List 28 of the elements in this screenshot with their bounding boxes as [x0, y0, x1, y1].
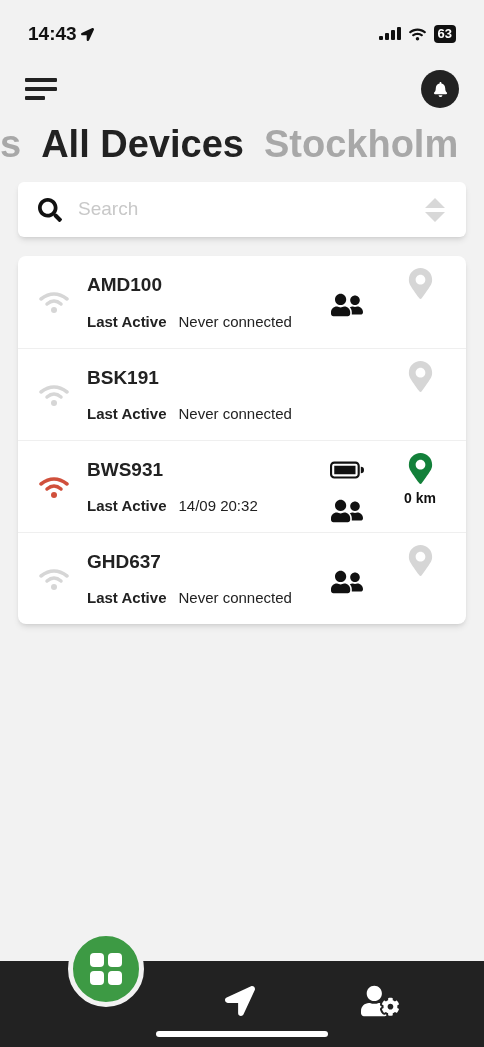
last-active-value: Never connected	[178, 404, 292, 424]
battery-indicator: 63	[433, 25, 456, 43]
status-time: 14:43	[28, 21, 77, 46]
grid-icon	[89, 952, 123, 986]
device-name: BSK191	[87, 365, 160, 390]
device-name: GHD637	[87, 549, 162, 574]
last-active-label: Last Active	[87, 496, 167, 516]
device-row[interactable]: BSK191 Last Active Never connected	[18, 348, 466, 440]
device-name: AMD100	[87, 273, 163, 297]
device-row[interactable]: BWS931 Last Active 14/09 20:32 0 km	[18, 440, 466, 532]
search-icon	[38, 197, 62, 222]
location-arrow-icon	[80, 27, 94, 41]
last-active-label: Last Active	[87, 588, 167, 608]
device-row[interactable]: GHD637 Last Active Never connected	[18, 532, 466, 624]
last-active-value: 14/09 20:32	[178, 496, 258, 516]
tab[interactable]: All Devices	[41, 120, 244, 168]
device-row[interactable]: AMD100 Last Active Never connected	[18, 256, 466, 348]
last-active-label: Last Active	[87, 311, 167, 332]
bell-icon	[432, 81, 448, 97]
notifications-button[interactable]	[421, 70, 459, 108]
signal-icon	[378, 27, 401, 41]
last-active-value: Never connected	[178, 311, 292, 332]
device-name: BWS931	[87, 457, 165, 482]
last-active-value: Never connected	[178, 588, 292, 608]
navigation-arrow-icon	[225, 986, 255, 1016]
distance: 0 km	[404, 489, 436, 508]
menu-icon[interactable]	[25, 77, 57, 101]
last-active-label: Last Active	[87, 404, 167, 424]
